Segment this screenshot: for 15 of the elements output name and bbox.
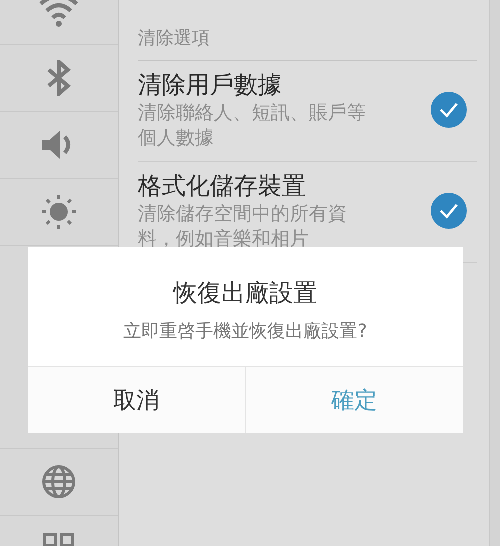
globe-icon[interactable] <box>41 464 77 500</box>
section-title: 清除選項 <box>138 0 477 61</box>
checkmark-icon <box>439 203 459 219</box>
checkbox[interactable] <box>431 92 467 128</box>
option-description: 清除聯絡人、短訊、賬戶等個人數據 <box>138 101 367 151</box>
cancel-button[interactable]: 取消 <box>28 367 245 433</box>
option-title: 格式化儲存裝置 <box>138 171 307 202</box>
option-title: 清除用戶數據 <box>138 70 283 101</box>
checkbox[interactable] <box>431 193 467 229</box>
bluetooth-icon[interactable] <box>46 60 72 96</box>
dialog-title: 恢復出廠設置 <box>172 278 318 309</box>
checkmark-icon <box>439 102 459 118</box>
wifi-icon[interactable] <box>39 0 79 28</box>
brightness-icon[interactable] <box>40 193 78 231</box>
dialog-message: 立即重啓手機並恢復出廠設置? <box>122 320 368 343</box>
